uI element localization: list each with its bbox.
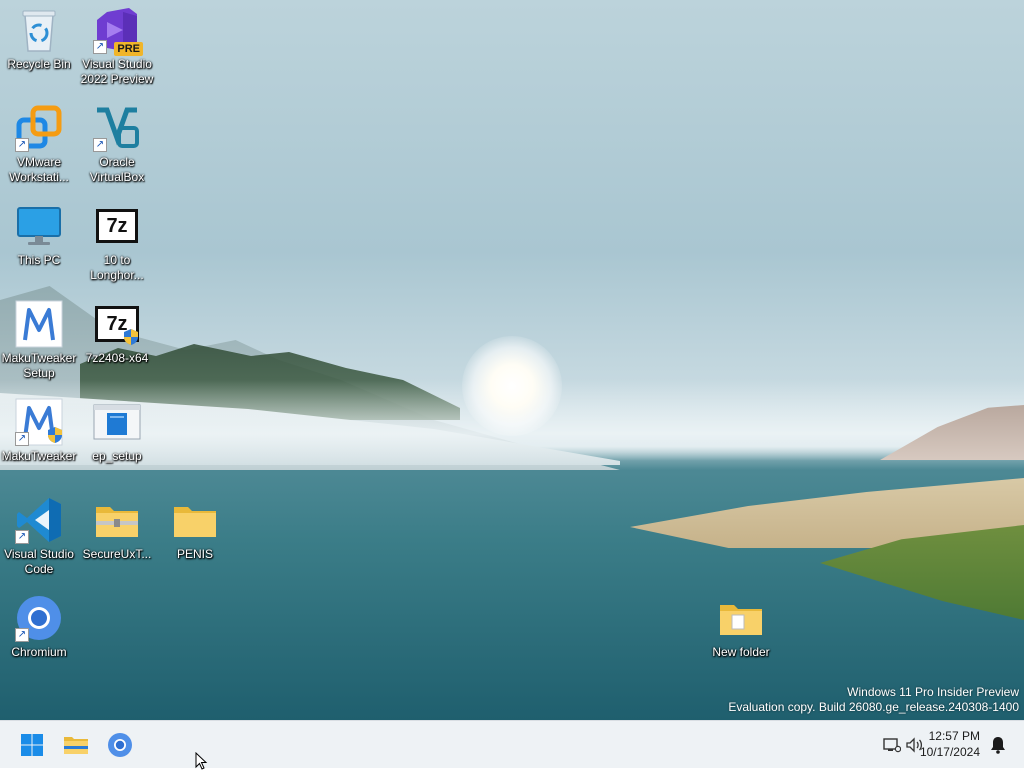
watermark-build: Evaluation copy. Build 26080.ge_release.… xyxy=(728,700,1019,714)
icon-label: MakuTweaker xyxy=(1,449,77,463)
preview-badge: PRE xyxy=(114,42,143,56)
icon-label: VMware Workstati... xyxy=(9,155,69,184)
desktop[interactable]: Recycle Bin PRE ↗ Visual Studio 2022 Pre… xyxy=(0,0,1024,720)
clock-date: 10/17/2024 xyxy=(919,745,980,759)
visual-studio-icon: PRE ↗ xyxy=(93,6,143,56)
desktop-icon-10-to-longhorn[interactable]: 7z 10 to Longhor... xyxy=(78,198,156,292)
shortcut-arrow-icon: ↗ xyxy=(15,530,29,544)
shortcut-arrow-icon: ↗ xyxy=(15,432,29,446)
network-icon[interactable] xyxy=(882,735,902,755)
mouse-pointer-icon xyxy=(195,752,208,770)
start-button[interactable] xyxy=(12,725,52,765)
desktop-icon-makutweaker[interactable]: ↗ MakuTweaker xyxy=(0,394,78,488)
desktop-icon-vscode[interactable]: ↗ Visual Studio Code xyxy=(0,492,78,586)
evaluation-watermark: Windows 11 Pro Insider Preview Evaluatio… xyxy=(728,685,1019,715)
shortcut-arrow-icon: ↗ xyxy=(15,628,29,642)
monitor-icon xyxy=(15,202,63,250)
desktop-icon-visual-studio[interactable]: PRE ↗ Visual Studio 2022 Preview xyxy=(78,2,156,96)
chromium-icon xyxy=(108,733,132,757)
clock[interactable]: 12:57 PM 10/17/2024 xyxy=(900,728,980,760)
uac-shield-icon xyxy=(48,427,62,443)
wallpaper-sun xyxy=(462,336,562,436)
makutweaker-shield-icon: ↗ xyxy=(15,398,63,446)
watermark-edition: Windows 11 Pro Insider Preview xyxy=(847,685,1019,699)
taskbar: 12:57 PM 10/17/2024 xyxy=(0,720,1024,768)
desktop-icon-7z2408[interactable]: 7z 7z2408-x64 xyxy=(78,296,156,390)
file-explorer-button[interactable] xyxy=(56,725,96,765)
icon-label: New folder xyxy=(712,645,770,659)
desktop-icon-virtualbox[interactable]: ↗ Oracle VirtualBox xyxy=(78,100,156,194)
shortcut-arrow-icon: ↗ xyxy=(93,138,107,152)
icon-label: 10 to Longhor... xyxy=(90,253,144,282)
clock-time: 12:57 PM xyxy=(928,729,980,743)
desktop-icon-ep-setup[interactable]: ep_setup xyxy=(78,394,156,488)
7zip-installer-icon: 7z xyxy=(93,300,141,348)
7zip-icon: 7z xyxy=(93,202,141,250)
icon-label: This PC xyxy=(17,253,61,267)
vmware-icon: ↗ xyxy=(15,104,63,152)
icon-label: Recycle Bin xyxy=(7,57,71,71)
vscode-icon: ↗ xyxy=(15,496,63,544)
icon-label: Visual Studio 2022 Preview xyxy=(80,57,154,86)
installer-window-icon xyxy=(93,398,141,446)
zip-folder-icon xyxy=(93,496,141,544)
virtualbox-icon: ↗ xyxy=(93,104,141,152)
chromium-button[interactable] xyxy=(100,725,140,765)
icon-label: Oracle VirtualBox xyxy=(89,155,145,184)
uac-shield-icon xyxy=(124,329,138,345)
notification-bell-icon[interactable] xyxy=(988,735,1008,755)
folder-icon xyxy=(64,737,88,754)
shortcut-arrow-icon: ↗ xyxy=(15,138,29,152)
desktop-icon-folder-penis[interactable]: PENIS xyxy=(156,492,234,586)
desktop-icon-chromium[interactable]: ↗ Chromium xyxy=(0,590,78,684)
icon-label: SecureUxT... xyxy=(82,547,152,561)
desktop-icon-this-pc[interactable]: This PC xyxy=(0,198,78,292)
desktop-icon-secureuxt[interactable]: SecureUxT... xyxy=(78,492,156,586)
chromium-icon: ↗ xyxy=(15,594,63,642)
icon-label: Visual Studio Code xyxy=(4,547,74,576)
desktop-icon-recycle-bin[interactable]: Recycle Bin xyxy=(0,2,78,96)
folder-icon xyxy=(717,594,765,642)
desktop-icon-makutweaker-setup[interactable]: MakuTweaker Setup xyxy=(0,296,78,390)
icon-label: ep_setup xyxy=(92,449,142,463)
icon-label: PENIS xyxy=(176,547,213,561)
desktop-icon-vmware[interactable]: ↗ VMware Workstati... xyxy=(0,100,78,194)
icon-label: 7z2408-x64 xyxy=(85,351,149,365)
shortcut-arrow-icon: ↗ xyxy=(93,40,107,54)
icon-label: Chromium xyxy=(11,645,67,659)
icon-label: MakuTweaker Setup xyxy=(1,351,77,380)
folder-icon xyxy=(171,496,219,544)
makutweaker-icon xyxy=(15,300,63,348)
system-tray: 12:57 PM 10/17/2024 xyxy=(844,721,1024,769)
7zip-glyph: 7z xyxy=(96,209,138,243)
desktop-icon-new-folder[interactable]: New folder xyxy=(702,590,780,684)
recycle-bin-icon xyxy=(15,6,63,54)
windows-logo-icon xyxy=(21,734,43,756)
